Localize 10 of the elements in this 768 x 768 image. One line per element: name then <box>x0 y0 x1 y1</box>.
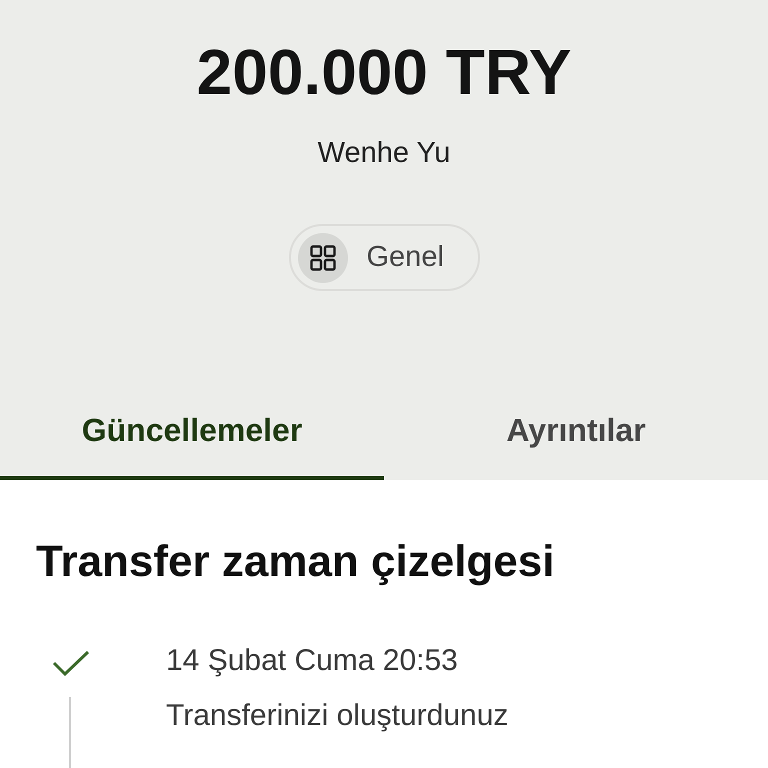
event-description: Transferinizi oluşturdunuz <box>166 698 510 734</box>
category-chip[interactable]: Genel <box>288 224 480 291</box>
tab[interactable]: Güncellemeler <box>0 384 384 480</box>
grid-icon <box>298 232 348 282</box>
event-date: 14 Şubat Cuma 20:53 <box>166 643 459 679</box>
section-heading: Transfer zaman çizelgesi <box>36 536 556 588</box>
transfer-amount: 200.000 TRY <box>196 35 572 110</box>
recipient-name: Wenhe Yu <box>318 136 450 171</box>
tab[interactable]: Ayrıntılar <box>384 384 768 480</box>
timeline-connector <box>69 697 71 768</box>
